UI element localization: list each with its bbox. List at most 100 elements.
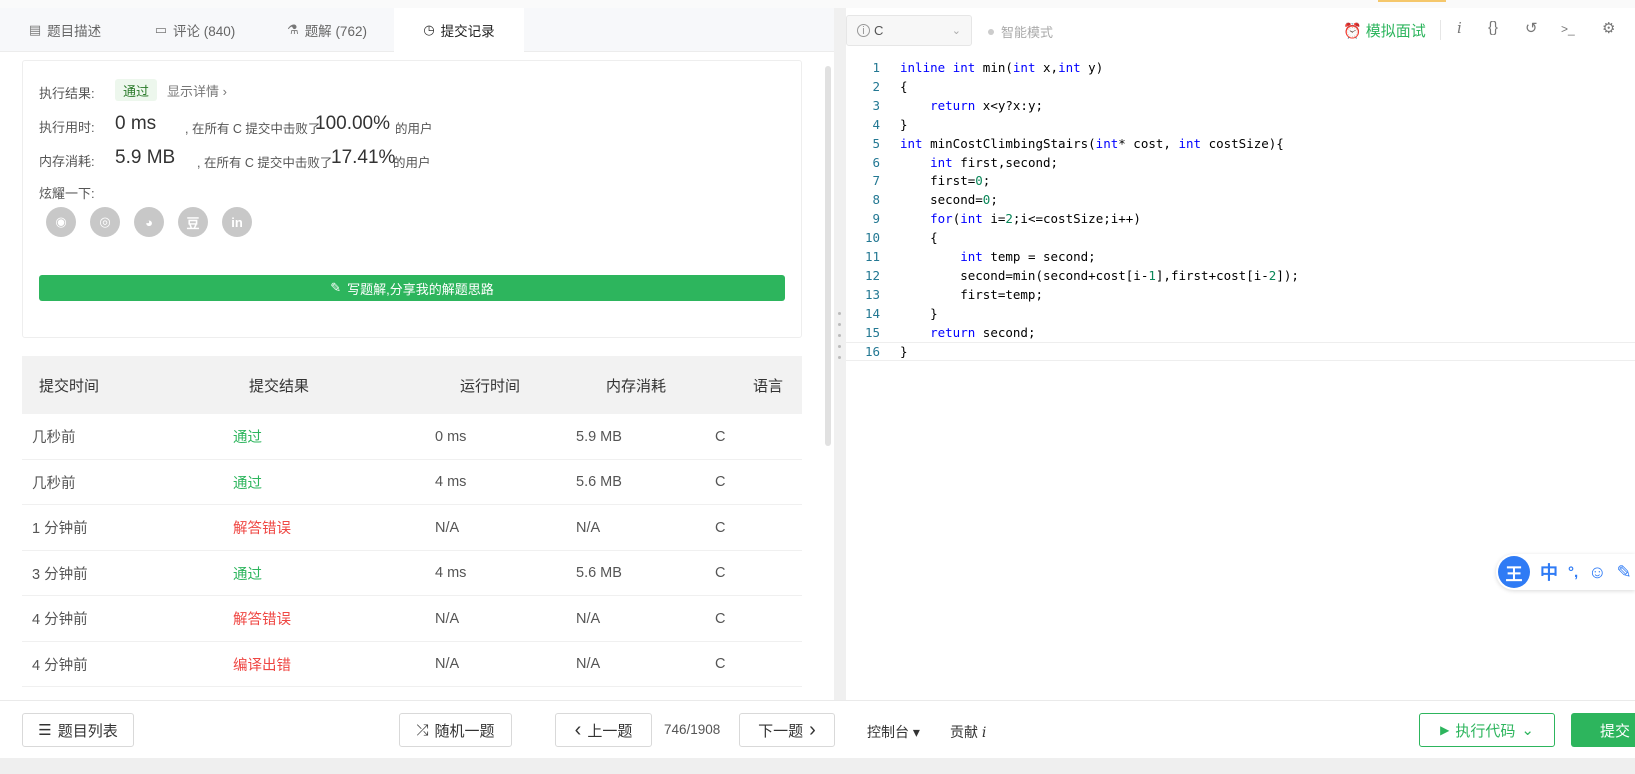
submit-label: 提交 xyxy=(1599,722,1630,740)
linkedin-icon[interactable]: in xyxy=(222,207,252,237)
code-line[interactable]: 6 int first,second; xyxy=(846,153,1635,172)
table-row[interactable]: 几秒前 通过 0 ms 5.9 MB C xyxy=(22,414,802,460)
show-details-link[interactable]: 显示详情 › xyxy=(167,81,227,100)
language-value: C xyxy=(874,23,884,38)
mock-interview-button[interactable]: ⏰ 模拟面试 xyxy=(1343,20,1426,41)
code-line[interactable]: 13 first=temp; xyxy=(846,285,1635,304)
panel-resize-handle[interactable] xyxy=(838,312,842,364)
code-text: { xyxy=(900,230,938,246)
cell-result[interactable]: 编译出错 xyxy=(233,642,291,687)
table-row[interactable]: 3 分钟前 通过 4 ms 5.6 MB C xyxy=(22,550,802,596)
ime-emoji-icon[interactable]: ☺ xyxy=(1588,562,1606,583)
cell-memory: N/A xyxy=(576,610,601,627)
tab-description[interactable]: ▤ 题目描述 xyxy=(0,8,130,52)
bottom-bar: ☰ 题目列表 ⤮ 随机一题 ‹ 上一题 746/1908 下一题 › 控制台 ▾… xyxy=(0,700,1635,758)
left-scrollbar[interactable] xyxy=(825,66,831,446)
cell-memory: 5.6 MB xyxy=(576,565,622,581)
code-line[interactable]: 12 second=min(second+cost[i-1],first+cos… xyxy=(846,266,1635,285)
code-line[interactable]: 8 second=0; xyxy=(846,190,1635,209)
table-row[interactable]: 4 分钟前 编译出错 N/A N/A C xyxy=(22,641,802,687)
line-number: 11 xyxy=(864,249,880,264)
ime-pen-icon[interactable]: ✎ xyxy=(1617,562,1632,583)
submit-button[interactable]: 提交 xyxy=(1571,713,1635,747)
code-line[interactable]: 7 first=0; xyxy=(846,171,1635,190)
code-line[interactable]: 4} xyxy=(846,115,1635,134)
cell-lang: C xyxy=(715,474,726,490)
random-problem-button[interactable]: ⤮ 随机一题 xyxy=(399,713,512,747)
code-line[interactable]: 11 int temp = second; xyxy=(846,247,1635,266)
cell-result[interactable]: 通过 xyxy=(233,551,262,596)
reset-icon[interactable]: ↺ xyxy=(1525,19,1538,37)
cell-memory: N/A xyxy=(576,519,601,536)
info-icon[interactable]: i xyxy=(1457,19,1462,37)
code-line[interactable]: 3 return x<y?x:y; xyxy=(846,96,1635,115)
code-line[interactable]: 10 { xyxy=(846,228,1635,247)
contribute-link[interactable]: 贡献 i xyxy=(950,722,986,742)
weibo-icon[interactable]: ◎ xyxy=(90,207,120,237)
table-row[interactable]: 几秒前 通过 4 ms 5.6 MB C xyxy=(22,459,802,505)
write-solution-button[interactable]: ✎ 写题解,分享我的解题思路 xyxy=(39,275,785,301)
cell-memory: N/A xyxy=(576,656,601,672)
code-text: return second; xyxy=(930,324,1036,340)
cell-result[interactable]: 通过 xyxy=(233,460,262,505)
ime-punct-icon[interactable]: °, xyxy=(1568,564,1578,581)
qq-icon[interactable]: ◕ xyxy=(134,207,164,237)
result-label: 执行结果: xyxy=(39,86,95,101)
page-footer xyxy=(0,758,1635,774)
code-line[interactable]: 1 inline int min(int x,int y) xyxy=(846,58,1635,77)
table-body: 几秒前 通过 0 ms 5.9 MB C 几秒前 通过 4 ms 5.6 MB C 1 分钟前 解答错… xyxy=(22,414,802,687)
ime-logo-icon[interactable]: 王 xyxy=(1498,556,1530,588)
cell-lang: C xyxy=(715,610,726,627)
code-line[interactable]: 2{ xyxy=(846,77,1635,96)
problem-list-button[interactable]: ☰ 题目列表 xyxy=(22,713,134,747)
table-row[interactable]: 4 分钟前 解答错误 N/A N/A C xyxy=(22,596,802,642)
line-number: 13 xyxy=(864,286,880,302)
tab-comments[interactable]: ▭ 评论 (840) xyxy=(130,8,260,52)
ime-chinese-icon[interactable]: 中 xyxy=(1540,559,1558,585)
tab-solutions[interactable]: ⚗ 题解 (762) xyxy=(260,8,394,52)
cell-runtime: N/A xyxy=(435,610,460,627)
code-line[interactable]: 9 for(int i=2;i<=costSize;i++) xyxy=(846,209,1635,228)
cell-time: 1 分钟前 xyxy=(32,521,88,537)
code-text: first=0; xyxy=(900,173,991,189)
tab-submissions[interactable]: ◷ 提交记录 xyxy=(394,8,524,52)
line-number: 1 xyxy=(872,60,880,75)
cell-result[interactable]: 解答错误 xyxy=(233,505,291,550)
code-editor[interactable]: 1 inline int min(int x,int y) 2{3 return x… xyxy=(846,52,1635,700)
top-strip xyxy=(0,0,1635,8)
next-problem-button[interactable]: 下一题 › xyxy=(739,713,835,747)
cell-lang: C xyxy=(715,428,726,445)
wechat-icon[interactable]: ◉ xyxy=(46,207,76,237)
code-line[interactable]: 16} xyxy=(846,341,1635,361)
terminal-icon[interactable]: >_ xyxy=(1561,22,1575,36)
console-toggle[interactable]: 控制台 ▾ xyxy=(867,722,920,742)
table-header: 提交时间 提交结果 运行时间 内存消耗 语言 xyxy=(22,356,802,414)
line-number: 16 xyxy=(864,343,880,359)
memory-users-suffix: 的用户 xyxy=(393,156,431,170)
cell-runtime: 0 ms xyxy=(435,428,467,445)
prev-problem-button[interactable]: ‹ 上一题 xyxy=(555,713,652,747)
code-text: return x<y?x:y; xyxy=(930,97,1043,113)
code-line[interactable]: 14 } xyxy=(846,304,1635,323)
smart-mode-toggle[interactable]: 智能模式 xyxy=(988,22,1053,41)
problem-pager: 746/1908 xyxy=(664,722,721,737)
language-select[interactable]: i C ⌄ xyxy=(846,15,972,46)
cell-result[interactable]: 解答错误 xyxy=(233,596,291,641)
code-line[interactable]: 15 return second; xyxy=(846,323,1635,342)
run-code-button[interactable]: ▶ 执行代码 ⌄ xyxy=(1419,713,1555,747)
code-line[interactable]: 5 int minCostClimbingStairs(int* cost, in… xyxy=(846,134,1635,153)
cell-lang: C xyxy=(715,519,726,536)
runtime-beat-text: , 在所有 C 提交中击败了 xyxy=(185,122,321,136)
line-number: 5 xyxy=(872,135,880,151)
cell-runtime: 4 ms xyxy=(435,565,467,581)
settings-icon[interactable]: ⚙ xyxy=(1602,19,1615,37)
douban-icon[interactable]: 豆 xyxy=(178,207,208,237)
cell-result[interactable]: 通过 xyxy=(233,414,262,459)
comment-icon: ▭ xyxy=(154,22,167,37)
cell-lang: C xyxy=(715,565,726,581)
code-text: int minCostClimbingStairs(int* cost, int… xyxy=(900,135,1284,151)
table-row[interactable]: 1 分钟前 解答错误 N/A N/A C xyxy=(22,505,802,551)
cell-time: 4 分钟前 xyxy=(32,612,88,628)
chevron-down-icon: ⌄ xyxy=(1521,722,1534,739)
braces-icon[interactable]: {} xyxy=(1488,19,1498,36)
